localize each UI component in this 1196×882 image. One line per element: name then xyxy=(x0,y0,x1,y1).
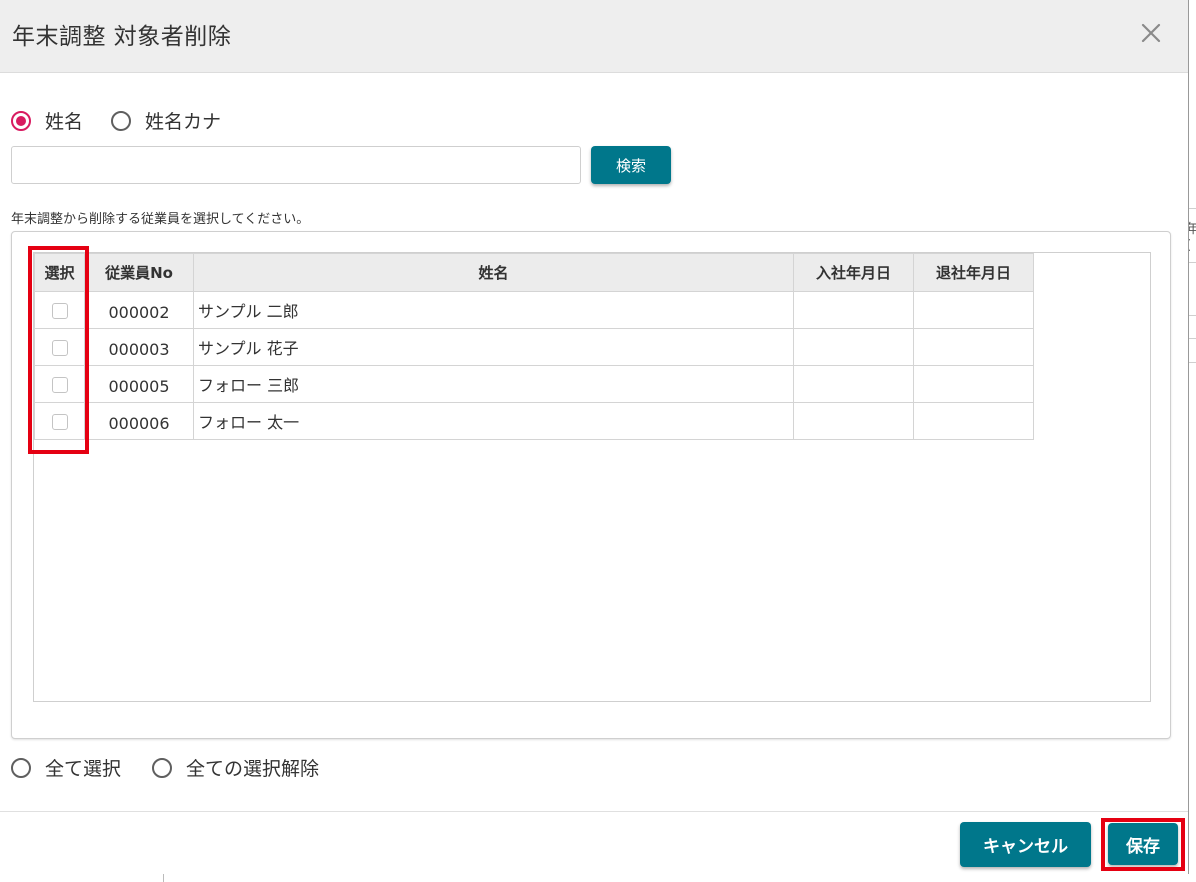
employee-name-cell: サンプル 二郎 xyxy=(193,291,794,329)
dialog-title: 年末調整 対象者削除 xyxy=(12,24,232,50)
table-header-row: 選択 従業員No 姓名 入社年月日 退社年月日 xyxy=(34,253,1034,292)
employee-no-cell: 000006 xyxy=(84,402,194,440)
table-row[interactable]: 000003 サンプル 花子 xyxy=(34,328,1034,366)
radio-checked-icon xyxy=(11,110,31,131)
deselect-all-label: 全ての選択解除 xyxy=(186,758,320,780)
search-button[interactable]: 検索 xyxy=(591,146,671,184)
employee-name-cell: フォロー 三郎 xyxy=(193,365,794,403)
join-date-cell xyxy=(793,365,914,403)
join-date-cell xyxy=(793,291,914,329)
employee-no-cell: 000005 xyxy=(84,365,194,403)
row-select-cell xyxy=(34,365,85,403)
radio-unchecked-icon xyxy=(11,757,31,778)
dialog-header: 年末調整 対象者削除 xyxy=(0,0,1188,73)
radio-name-label: 姓名 xyxy=(45,111,84,133)
employee-no-cell: 000003 xyxy=(84,328,194,366)
header-join-date[interactable]: 入社年月日 xyxy=(793,253,914,292)
employee-list-panel: 選択 従業員No 姓名 入社年月日 退社年月日 000002 サンプル 二郎 0… xyxy=(11,231,1171,739)
table-row[interactable]: 000005 フォロー 三郎 xyxy=(34,365,1034,403)
join-date-cell xyxy=(793,402,914,440)
header-name[interactable]: 姓名 xyxy=(193,253,794,292)
background-divider xyxy=(163,874,164,882)
radio-name-kana-label: 姓名カナ xyxy=(145,111,222,133)
close-button[interactable] xyxy=(1134,16,1168,50)
join-date-cell xyxy=(793,328,914,366)
row-select-cell xyxy=(34,328,85,366)
header-employee-no[interactable]: 従業員No xyxy=(84,253,194,292)
radio-deselect-all[interactable]: 全ての選択解除 xyxy=(152,754,319,781)
leave-date-cell xyxy=(913,365,1034,403)
leave-date-cell xyxy=(913,291,1034,329)
search-input[interactable] xyxy=(11,146,581,184)
radio-name[interactable]: 姓名 xyxy=(11,107,83,134)
cancel-button[interactable]: キャンセル xyxy=(960,822,1091,867)
employee-name-cell: サンプル 花子 xyxy=(193,328,794,366)
instruction-text: 年末調整から削除する従業員を選択してください。 xyxy=(11,212,310,227)
row-checkbox[interactable] xyxy=(51,303,68,319)
leave-date-cell xyxy=(913,328,1034,366)
row-select-cell xyxy=(34,291,85,329)
table-row[interactable]: 000006 フォロー 太一 xyxy=(34,402,1034,440)
close-icon xyxy=(1141,23,1161,43)
radio-unchecked-icon xyxy=(111,110,131,131)
save-button[interactable]: 保存 xyxy=(1108,823,1178,865)
background-page-bottom xyxy=(0,874,1196,882)
footer-divider xyxy=(0,811,1188,812)
select-all-label: 全て選択 xyxy=(45,758,122,780)
delete-target-dialog: 年末調整 対象者削除 姓名 姓名カナ 検索 年末調整から削除する従業員を選択して… xyxy=(0,0,1189,874)
table-row[interactable]: 000002 サンプル 二郎 xyxy=(34,291,1034,329)
employee-table: 選択 従業員No 姓名 入社年月日 退社年月日 000002 サンプル 二郎 0… xyxy=(34,253,1034,440)
row-checkbox[interactable] xyxy=(51,377,68,393)
row-select-cell xyxy=(34,402,85,440)
employee-name-cell: フォロー 太一 xyxy=(193,402,794,440)
header-leave-date[interactable]: 退社年月日 xyxy=(913,253,1034,292)
leave-date-cell xyxy=(913,402,1034,440)
radio-unchecked-icon xyxy=(152,757,172,778)
radio-name-kana[interactable]: 姓名カナ xyxy=(111,107,221,134)
header-select: 選択 xyxy=(34,253,85,292)
employee-grid: 選択 従業員No 姓名 入社年月日 退社年月日 000002 サンプル 二郎 0… xyxy=(33,252,1151,702)
radio-select-all[interactable]: 全て選択 xyxy=(11,754,121,781)
employee-no-cell: 000002 xyxy=(84,291,194,329)
row-checkbox[interactable] xyxy=(51,414,68,430)
row-checkbox[interactable] xyxy=(51,340,68,356)
